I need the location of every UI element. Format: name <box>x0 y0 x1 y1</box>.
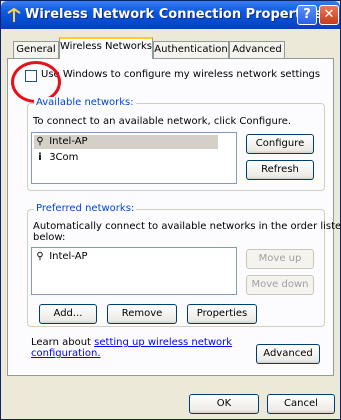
tab-general[interactable]: General <box>13 41 59 58</box>
available-networks-description: To connect to an available network, clic… <box>33 116 292 127</box>
preferred-networks-title: Preferred networks: <box>34 203 137 214</box>
setup-wireless-link[interactable]: setting up wireless network <box>94 337 232 348</box>
advanced-button[interactable]: Advanced <box>256 344 320 364</box>
remove-button[interactable]: Remove <box>107 304 177 324</box>
learn-about-text-cont: configuration. <box>31 348 101 359</box>
wireless-antenna-icon: ⚲ <box>36 136 44 147</box>
preferred-networks-description-cont: below: <box>33 232 66 243</box>
refresh-button[interactable]: Refresh <box>246 160 314 180</box>
adhoc-network-icon: i <box>38 152 42 163</box>
network-name: 3Com <box>49 152 79 163</box>
ok-button[interactable]: OK <box>189 394 259 414</box>
setup-wireless-link-cont[interactable]: configuration. <box>31 348 101 359</box>
properties-dialog: Wireless Network Connection Properties ?… <box>0 0 341 420</box>
move-up-button[interactable]: Move up <box>246 249 314 269</box>
tab-authentication[interactable]: Authentication <box>153 41 229 58</box>
use-windows-label[interactable]: Use Windows to configure my wireless net… <box>41 69 320 80</box>
preferred-networks-list[interactable]: ⚲ Intel-AP <box>31 247 237 295</box>
network-connection-icon <box>7 7 21 22</box>
cancel-button[interactable]: Cancel <box>267 394 335 414</box>
properties-button[interactable]: Properties <box>187 304 257 324</box>
learn-about-text: Learn about setting up wireless network <box>31 337 232 348</box>
learn-about-prefix: Learn about <box>31 337 95 348</box>
title-bar[interactable]: Wireless Network Connection Properties ?… <box>1 1 340 29</box>
preferred-networks-description: Automatically connect to available netwo… <box>33 221 341 232</box>
available-networks-title: Available networks: <box>34 97 136 108</box>
tab-advanced[interactable]: Advanced <box>229 41 285 58</box>
help-button[interactable]: ? <box>297 5 317 25</box>
list-item[interactable]: i 3Com <box>34 151 78 165</box>
list-item[interactable]: ⚲ Intel-AP <box>34 250 88 264</box>
available-networks-list[interactable]: ⚲ Intel-AP i 3Com <box>31 132 237 184</box>
wireless-antenna-icon: ⚲ <box>36 251 44 262</box>
network-name: Intel-AP <box>49 136 88 147</box>
network-name: Intel-AP <box>49 251 88 262</box>
close-button[interactable]: ✕ <box>319 5 339 25</box>
move-down-button[interactable]: Move down <box>246 275 314 295</box>
window-title: Wireless Network Connection Properties <box>25 7 323 22</box>
add-button[interactable]: Add... <box>39 304 97 324</box>
tab-wireless-networks[interactable]: Wireless Networks <box>59 37 153 59</box>
configure-button[interactable]: Configure <box>246 134 314 154</box>
list-item[interactable]: ⚲ Intel-AP <box>34 135 218 149</box>
